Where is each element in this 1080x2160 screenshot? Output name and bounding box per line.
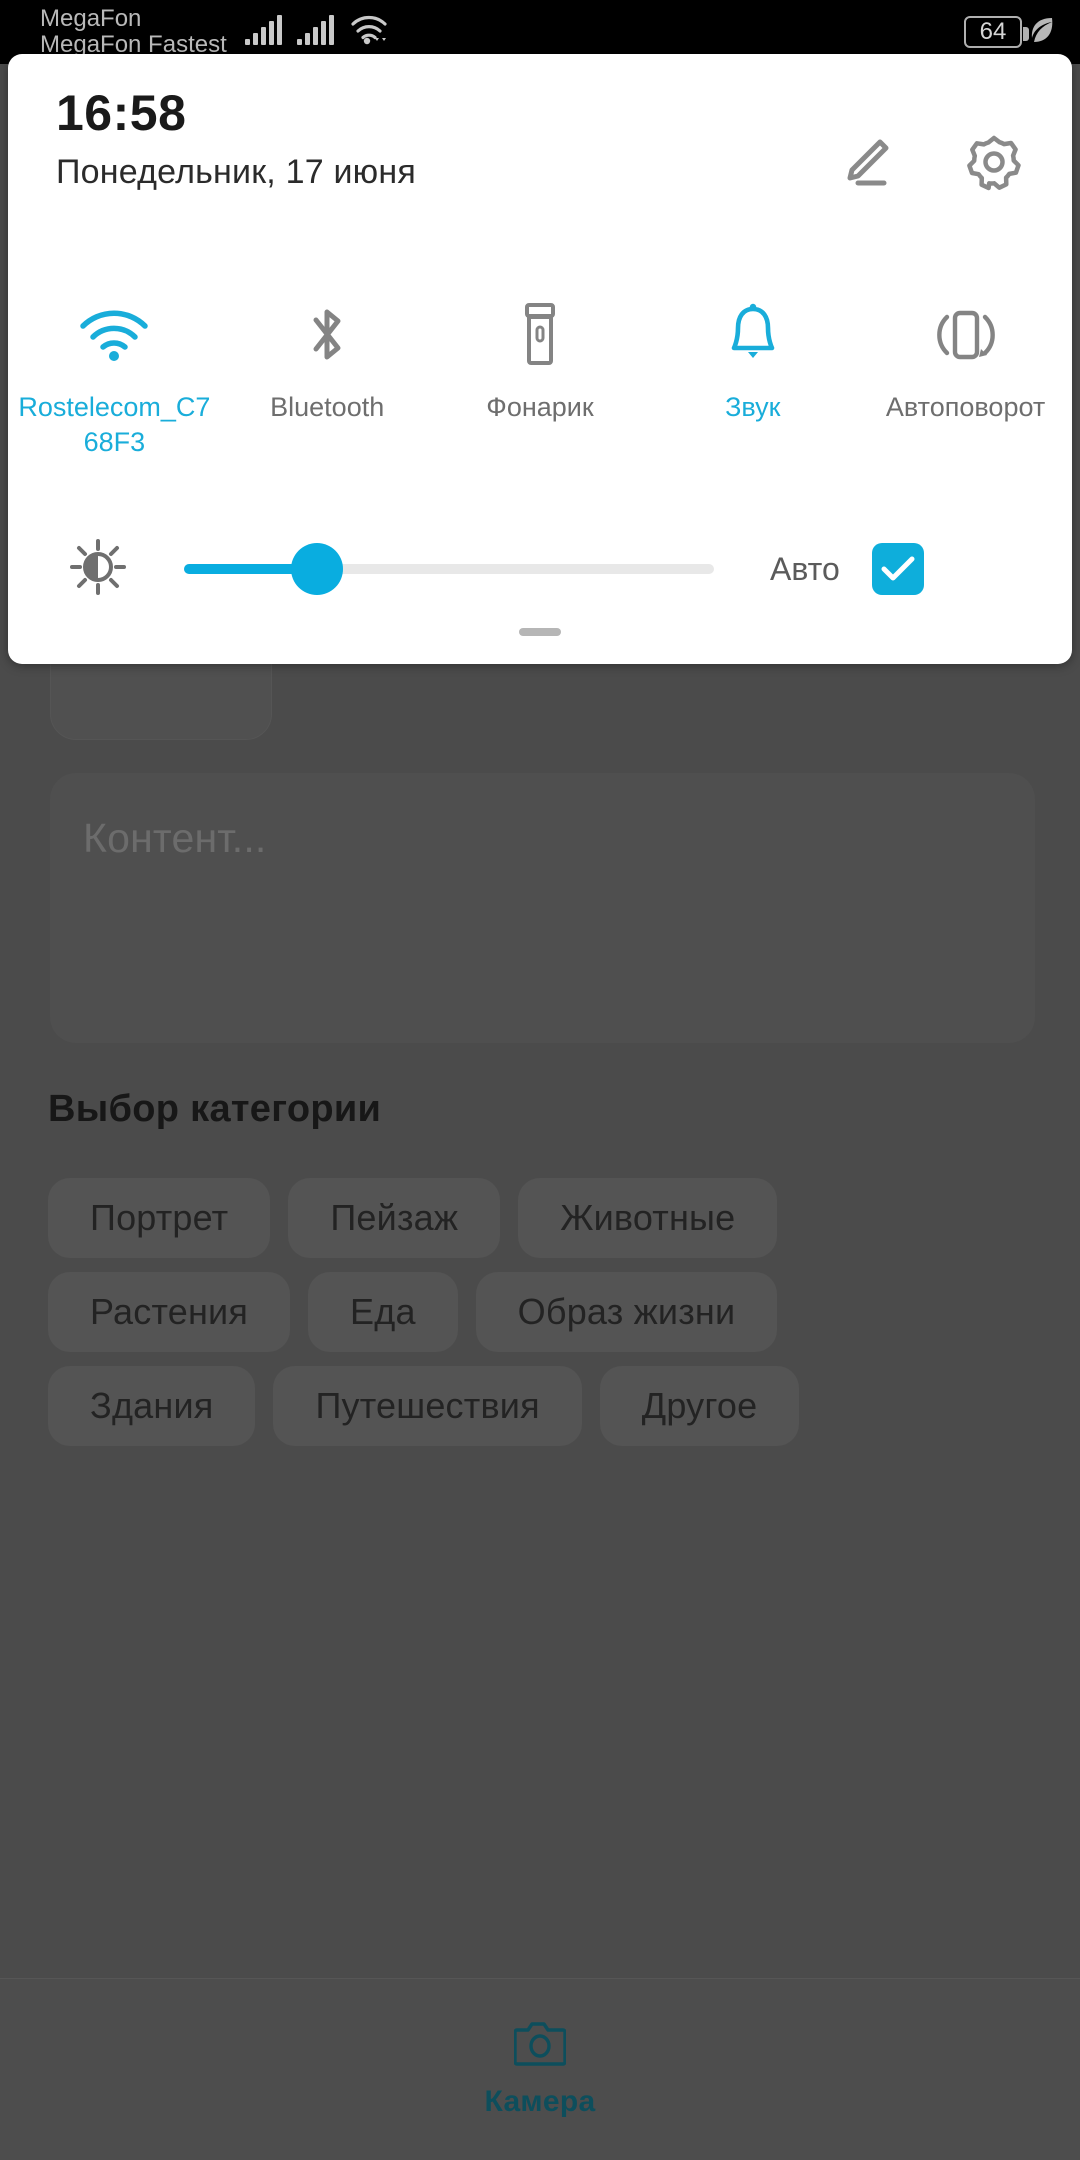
- category-chip[interactable]: Портрет: [48, 1178, 271, 1258]
- auto-brightness-checkbox[interactable]: [871, 543, 924, 595]
- shade-header-actions: [836, 132, 1024, 197]
- nav-item-camera[interactable]: Камера: [484, 2020, 595, 2119]
- clock-date: Понедельник, 17 июня: [56, 153, 416, 191]
- quick-toggle-bluetooth-label: Bluetooth: [270, 392, 385, 422]
- camera-icon: [513, 2020, 567, 2071]
- pencil-icon[interactable]: [836, 133, 894, 196]
- brightness-slider[interactable]: [184, 543, 714, 595]
- category-chip[interactable]: Путешествия: [273, 1366, 582, 1446]
- quick-toggle-autorotate[interactable]: Автоповорот: [859, 302, 1072, 459]
- wifi-data-icon: [349, 13, 389, 50]
- bluetooth-icon: [302, 302, 352, 368]
- drag-handle[interactable]: [519, 628, 561, 636]
- battery-level: 64: [979, 18, 1007, 45]
- gear-icon[interactable]: [964, 132, 1024, 197]
- quick-toggle-autorotate-label: Автоповорот: [885, 392, 1046, 422]
- quick-toggle-bluetooth[interactable]: Bluetooth: [221, 302, 434, 459]
- quick-toggle-flashlight[interactable]: Фонарик: [434, 302, 647, 459]
- quick-settings-panel: 16:58 Понедельник, 17 июня Rostelecom_C7…: [8, 54, 1072, 664]
- category-chip[interactable]: Растения: [48, 1272, 291, 1352]
- status-bar-left-icons: [244, 13, 389, 50]
- content-textarea[interactable]: Контент...: [50, 773, 1035, 1043]
- nav-item-camera-label: Камера: [484, 2085, 596, 2118]
- quick-toggle-row: Rostelecom_C768F3 Bluetooth Фонарик Звук…: [8, 302, 1072, 459]
- brightness-sun-icon: [70, 538, 126, 600]
- carrier-names: MegaFon MegaFon Fastest: [40, 6, 227, 58]
- quick-toggle-wifi-label: Rostelecom_C768F3: [18, 392, 211, 457]
- brightness-row: Авто: [8, 524, 1072, 614]
- battery-icon: 64: [964, 16, 1029, 48]
- phone-screen: Контент... Выбор категории Портрет Пейза…: [0, 0, 1080, 2160]
- auto-brightness-label: Авто: [770, 550, 840, 587]
- brightness-slider-thumb[interactable]: [290, 543, 343, 595]
- chip-row: Здания Путешествия Другое: [48, 1366, 1038, 1446]
- category-chip[interactable]: Другое: [599, 1366, 800, 1446]
- chip-row: Растения Еда Образ жизни: [48, 1272, 1038, 1352]
- quick-toggle-flashlight-label: Фонарик: [486, 392, 594, 422]
- category-chip[interactable]: Здания: [48, 1366, 256, 1446]
- bell-icon: [726, 302, 780, 368]
- category-chip[interactable]: Образ жизни: [475, 1272, 778, 1352]
- bottom-navigation-bar: Камера: [0, 1978, 1080, 2160]
- signal-bars-icon: [244, 14, 283, 50]
- clock-time: 16:58: [56, 85, 187, 141]
- auto-rotate-icon: [930, 302, 1002, 368]
- category-chip-list: Портрет Пейзаж Животные Растения Еда Обр…: [48, 1178, 1038, 1460]
- content-placeholder: Контент...: [83, 815, 267, 861]
- category-chip[interactable]: Животные: [518, 1178, 778, 1258]
- category-chip[interactable]: Еда: [308, 1272, 458, 1352]
- wifi-icon: [77, 302, 151, 368]
- category-section-title: Выбор категории: [48, 1088, 382, 1130]
- quick-toggle-wifi[interactable]: Rostelecom_C768F3: [8, 302, 221, 459]
- signal-bars-icon: [296, 14, 335, 50]
- flashlight-icon: [518, 302, 562, 368]
- quick-toggle-sound-label: Звук: [725, 392, 781, 422]
- leaf-icon: [1028, 14, 1056, 51]
- chip-row: Портрет Пейзаж Животные: [48, 1178, 1038, 1258]
- quick-toggle-sound[interactable]: Звук: [646, 302, 859, 459]
- carrier-line-1: MegaFon: [40, 5, 142, 33]
- category-chip[interactable]: Пейзаж: [288, 1178, 501, 1258]
- shade-header: 16:58 Понедельник, 17 июня: [56, 86, 416, 192]
